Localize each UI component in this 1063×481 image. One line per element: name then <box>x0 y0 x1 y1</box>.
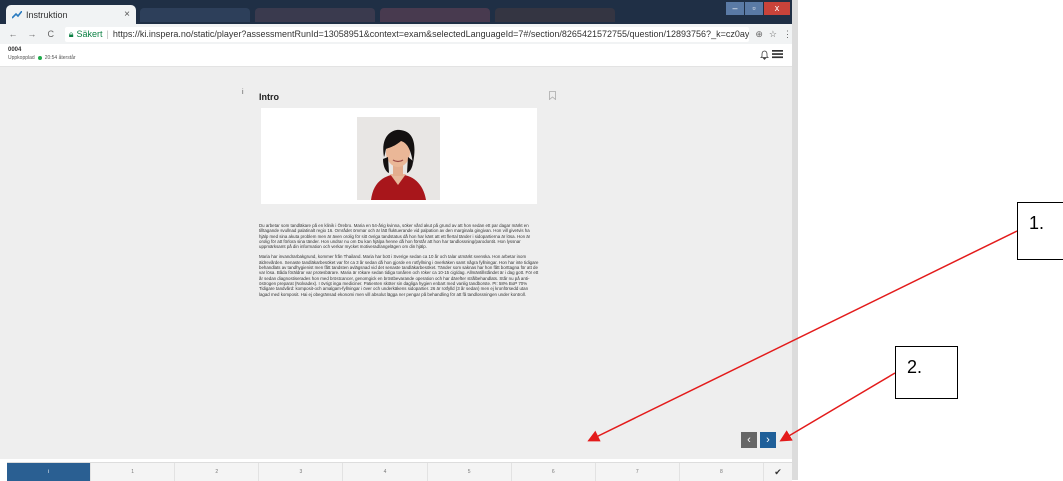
arrow-1 <box>587 230 1018 442</box>
annotation-arrows <box>587 230 1018 442</box>
annotation-callout-1: 1. <box>1017 202 1063 260</box>
annotation-callout-2: 2. <box>895 346 958 399</box>
arrow-2 <box>779 372 896 442</box>
